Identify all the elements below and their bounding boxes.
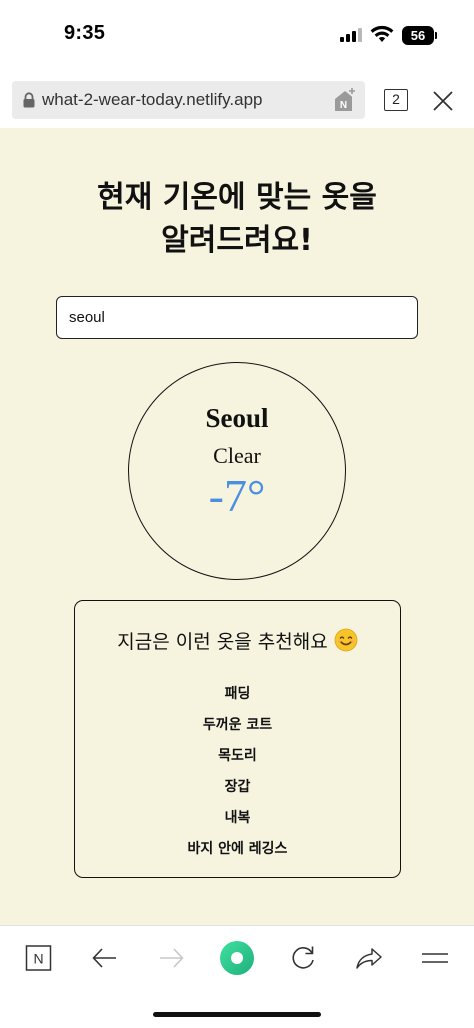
- forward-arrow-icon[interactable]: [156, 943, 186, 973]
- recommendation-item: 목도리: [218, 748, 257, 764]
- recommendation-item: 바지 안에 레깅스: [187, 841, 288, 857]
- back-arrow-icon[interactable]: [90, 943, 120, 973]
- city-search-input[interactable]: [56, 296, 418, 339]
- smiling-face-icon: [334, 628, 358, 652]
- tabs-button[interactable]: 2: [384, 89, 408, 111]
- home-indicator: [153, 1012, 321, 1017]
- page-title-line1: 현재 기온에 맞는 옷을: [97, 180, 377, 215]
- page-title: 현재 기온에 맞는 옷을 알려드려요!: [0, 176, 474, 262]
- reload-icon[interactable]: [288, 943, 318, 973]
- recommendation-item: 장갑: [224, 779, 251, 795]
- recommendation-item: 두꺼운 코트: [202, 717, 273, 733]
- page-title-line2: 알려드려요!: [161, 223, 313, 258]
- weather-description: Clear: [213, 443, 261, 468]
- browser-toolbar: N: [0, 925, 474, 1028]
- naver-home-icon[interactable]: N: [24, 943, 54, 973]
- browser-address-bar: what-2-wear-today.netlify.app N 2: [0, 72, 474, 128]
- battery-icon: [435, 32, 437, 39]
- close-icon[interactable]: [431, 89, 455, 113]
- wifi-icon: [370, 25, 394, 42]
- recommendation-item: 패딩: [224, 686, 251, 702]
- lock-icon: [23, 92, 35, 108]
- url-text[interactable]: what-2-wear-today.netlify.app: [42, 90, 262, 110]
- battery-level: 56: [402, 26, 434, 45]
- weather-temperature: -7°: [208, 470, 266, 521]
- recommendation-header: 지금은 이런 옷을 추천해요: [75, 627, 400, 654]
- recommendation-card: 지금은 이런 옷을 추천해요 패딩 두꺼운 코트 목도리 장갑 내복 바지 안에…: [74, 600, 401, 878]
- page-content: 현재 기온에 맞는 옷을 알려드려요! Seoul Clear -7° 지금은 …: [0, 128, 474, 925]
- recommendation-item: 내복: [224, 810, 251, 826]
- weather-city: Seoul: [205, 403, 269, 433]
- url-field[interactable]: what-2-wear-today.netlify.app N: [12, 81, 365, 119]
- svg-text:N: N: [340, 100, 347, 111]
- status-time: 9:35: [64, 22, 106, 44]
- recommendation-list: 패딩 두꺼운 코트 목도리 장갑 내복 바지 안에 레깅스: [75, 679, 400, 865]
- share-icon[interactable]: [354, 943, 384, 973]
- svg-text:N: N: [33, 951, 43, 967]
- recommendation-header-text: 지금은 이런 옷을 추천해요: [117, 631, 328, 653]
- status-bar: 9:35 56: [0, 0, 474, 72]
- weather-card: Seoul Clear -7°: [128, 362, 346, 580]
- add-to-home-icon[interactable]: N: [333, 87, 357, 113]
- green-dot-button-icon[interactable]: [219, 940, 255, 976]
- menu-icon[interactable]: [420, 943, 450, 973]
- signal-icon: [340, 27, 362, 42]
